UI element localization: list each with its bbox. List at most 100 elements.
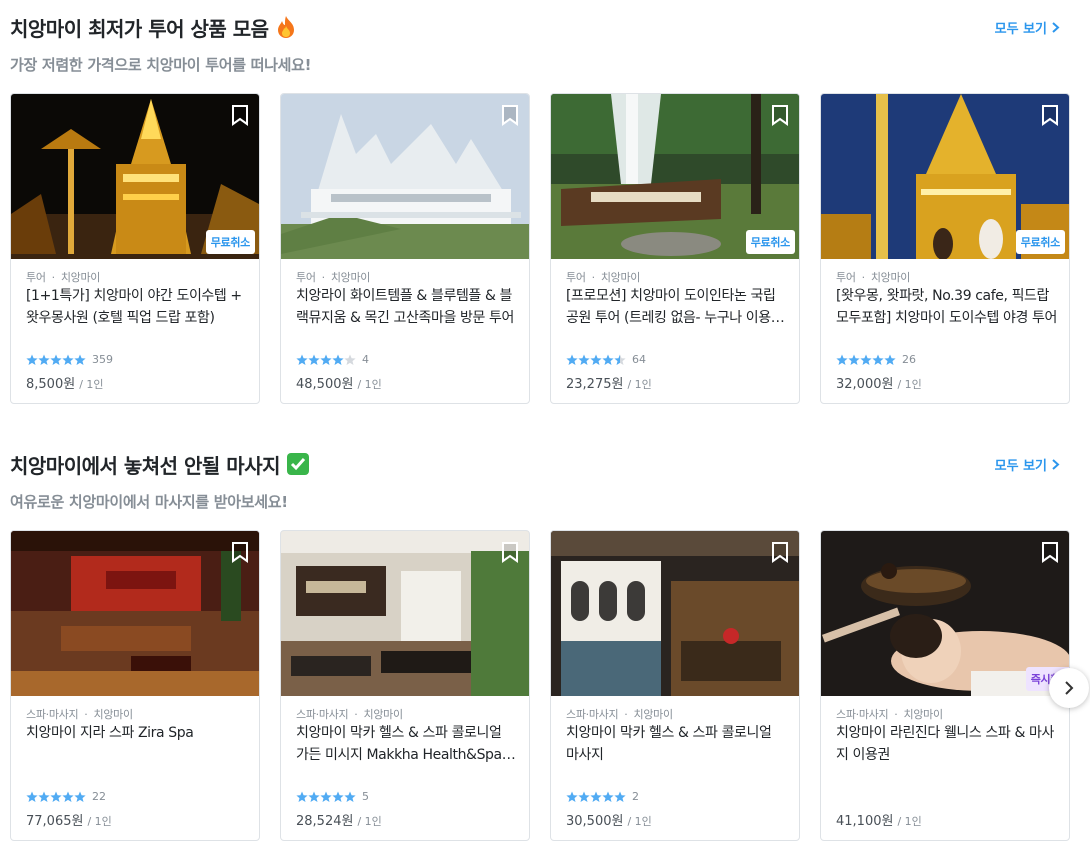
product-image: 무료취소	[551, 94, 799, 259]
card-meta: 스파·마사지 · 치앙마이	[836, 706, 943, 722]
section-title-text: 치앙마이에서 놓쳐선 안될 마사지	[10, 453, 281, 478]
free-cancel-badge: 무료취소	[745, 230, 795, 254]
card-list: 무료취소 투어 · 치앙마이 [1+1특가] 치앙마이 야간 도이수텝 + 왓우몽사…	[10, 93, 1090, 405]
card-price: 23,275원/ 1인	[566, 373, 652, 392]
star-icon	[590, 354, 602, 365]
bookmark-icon[interactable]	[501, 104, 519, 126]
product-card[interactable]: 스파·마사지 · 치앙마이 치앙마이 막카 헬스 & 스파 콜로니얼 마사지 2 3…	[550, 530, 800, 841]
star-rating	[296, 791, 356, 803]
star-icon	[320, 354, 332, 365]
product-image	[11, 531, 259, 696]
card-price: 41,100원/ 1인	[836, 810, 922, 829]
star-icon	[578, 791, 590, 802]
card-city: 치앙마이	[600, 271, 641, 284]
star-icon	[62, 354, 74, 365]
meta-separator: ·	[861, 271, 866, 284]
card-title: [프로모션] 치앙마이 도이인타논 국립 공원 투어 (트레킹 없음- 누구나 …	[566, 288, 788, 326]
card-title: 치앙마이 막카 헬스 & 스파 콜로니얼 가든 미시지 Makkha Healt…	[296, 725, 502, 763]
price-value: 32,000원	[836, 377, 894, 392]
price-value: 8,500원	[26, 377, 76, 392]
card-title: [1+1특가] 치앙마이 야간 도이수텝 + 왓우몽사원 (호텔 픽업 드랍 포…	[26, 288, 242, 326]
price-unit: / 1인	[627, 378, 652, 391]
section-subtitle: 가장 저렴한 가격으로 치앙마이 투어를 떠나세요!	[10, 56, 312, 74]
price-value: 23,275원	[566, 377, 624, 392]
meta-separator: ·	[624, 708, 628, 721]
star-icon	[62, 791, 74, 802]
bookmark-icon[interactable]	[1041, 541, 1059, 563]
bookmark-icon[interactable]	[771, 104, 789, 126]
price-value: 77,065원	[26, 814, 84, 829]
star-rating	[566, 354, 626, 366]
star-icon	[566, 354, 578, 365]
star-icon	[26, 354, 38, 365]
see-all-link[interactable]: 모두 보기	[995, 455, 1060, 474]
price-value: 48,500원	[296, 377, 354, 392]
section-title: 치앙마이 최저가 투어 상품 모음	[10, 12, 297, 42]
card-city: 치앙마이	[363, 708, 404, 721]
free-cancel-badge: 무료취소	[1015, 230, 1065, 254]
star-icon	[332, 791, 344, 802]
product-card[interactable]: 무료취소 투어 · 치앙마이 [1+1특가] 치앙마이 야간 도이수텝 + 왓우몽사…	[10, 93, 260, 404]
product-card[interactable]: 스파·마사지 · 치앙마이 치앙마이 지라 스파 Zira Spa 22 77,06…	[10, 530, 260, 841]
card-category: 투어	[296, 271, 316, 284]
star-icon	[590, 791, 602, 802]
bookmark-icon[interactable]	[1041, 104, 1059, 126]
star-icon	[602, 791, 614, 802]
star-icon	[860, 354, 872, 365]
meta-separator: ·	[591, 271, 596, 284]
card-category: 투어	[836, 271, 856, 284]
star-icon	[344, 791, 356, 802]
review-count: 359	[92, 353, 113, 366]
card-price: 32,000원/ 1인	[836, 373, 922, 392]
star-rating	[566, 791, 626, 803]
card-category: 투어	[566, 271, 586, 284]
see-all-label: 모두 보기	[994, 459, 1047, 474]
card-rating: 4	[296, 353, 369, 366]
star-icon	[614, 354, 626, 365]
card-meta: 투어 · 치앙마이	[296, 269, 370, 285]
section-title: 치앙마이에서 놓쳐선 안될 마사지	[10, 449, 310, 479]
card-category: 스파·마사지	[566, 708, 619, 721]
star-icon	[74, 354, 86, 365]
product-image: 무료취소	[821, 94, 1069, 259]
star-rating	[296, 354, 356, 366]
bookmark-icon[interactable]	[771, 541, 789, 563]
see-all-label: 모두 보기	[994, 22, 1047, 37]
see-all-link[interactable]: 모두 보기	[995, 18, 1060, 37]
star-icon	[38, 791, 50, 802]
card-city: 치앙마이	[330, 271, 371, 284]
product-card[interactable]: 즉시확정 스파·마사지 · 치앙마이 치앙마이 라린진다 웰니스 스파 & 마사지 …	[820, 530, 1070, 841]
review-count: 22	[92, 790, 106, 803]
star-icon	[74, 791, 86, 802]
star-icon	[344, 354, 356, 365]
check-emoji-icon	[286, 452, 310, 476]
meta-separator: ·	[84, 708, 88, 721]
product-card[interactable]: 스파·마사지 · 치앙마이 치앙마이 막카 헬스 & 스파 콜로니얼 가든 미시지 …	[280, 530, 530, 841]
card-rating: 26	[836, 353, 916, 366]
product-card[interactable]: 투어 · 치앙마이 치앙라이 화이트템플 & 블루템플 & 블랙뮤지움 & 목긴 고…	[280, 93, 530, 404]
bookmark-icon[interactable]	[231, 104, 249, 126]
product-card[interactable]: 무료취소 투어 · 치앙마이 [왓우몽, 왓파랏, No.39 cafe, 픽드랍 …	[820, 93, 1070, 404]
card-list: 스파·마사지 · 치앙마이 치앙마이 지라 스파 Zira Spa 22 77,06…	[10, 530, 1090, 842]
fire-emoji-icon	[275, 15, 297, 39]
product-image: 즉시확정	[821, 531, 1069, 696]
card-meta: 투어 · 치앙마이	[836, 269, 910, 285]
review-count: 5	[362, 790, 369, 803]
card-category: 스파·마사지	[296, 708, 349, 721]
card-price: 30,500원/ 1인	[566, 810, 652, 829]
chevron-right-icon	[1052, 459, 1060, 470]
star-icon	[308, 354, 320, 365]
product-card[interactable]: 무료취소 투어 · 치앙마이 [프로모션] 치앙마이 도이인타논 국립 공원 투어 …	[550, 93, 800, 404]
price-unit: / 1인	[79, 378, 104, 391]
star-icon	[50, 791, 62, 802]
carousel-next-button[interactable]	[1049, 668, 1089, 708]
price-value: 28,524원	[296, 814, 354, 829]
price-value: 30,500원	[566, 814, 624, 829]
bookmark-icon[interactable]	[231, 541, 249, 563]
card-title: [왓우몽, 왓파랏, No.39 cafe, 픽드랍 모두포함] 치앙마이 도이…	[836, 288, 1057, 326]
price-unit: / 1인	[87, 815, 112, 828]
star-icon	[566, 791, 578, 802]
price-unit: / 1인	[357, 378, 382, 391]
bookmark-icon[interactable]	[501, 541, 519, 563]
review-count: 26	[902, 353, 916, 366]
